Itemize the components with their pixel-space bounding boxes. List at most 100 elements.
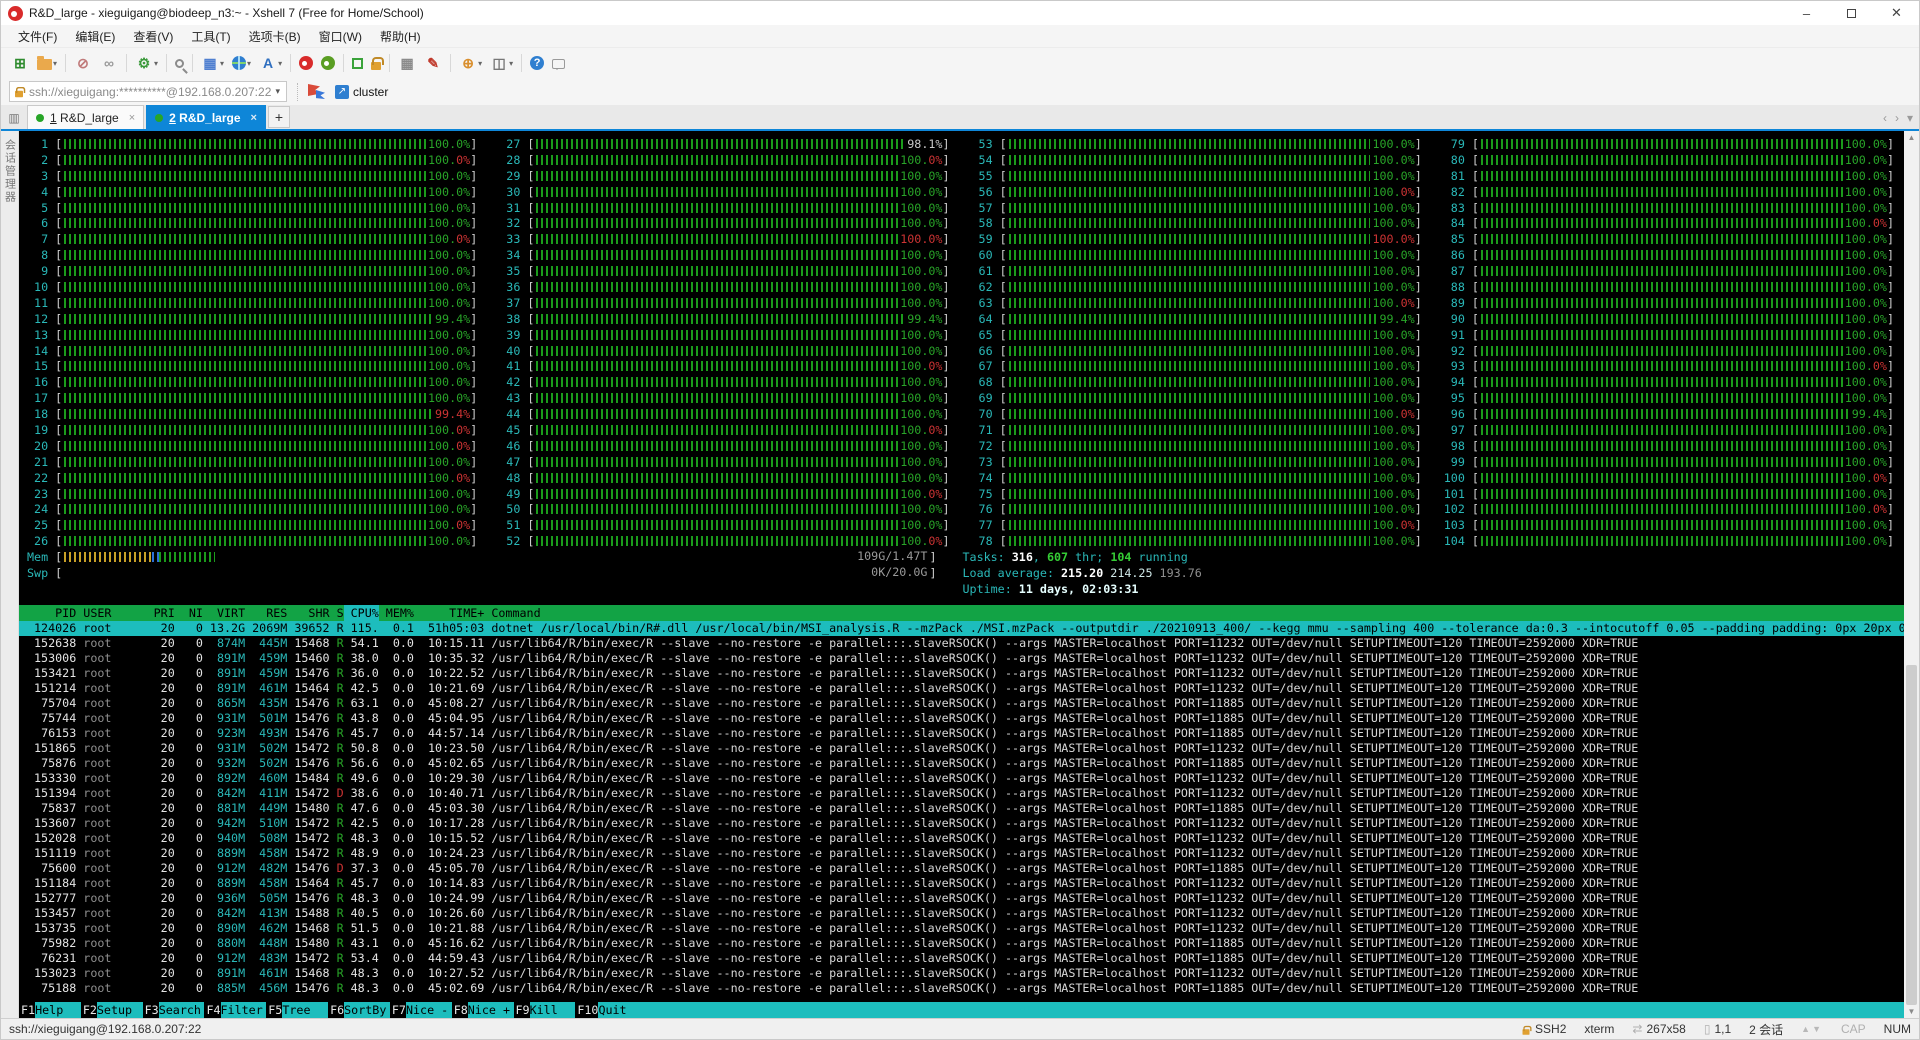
terminal-scrollbar[interactable]: ▲ ▼ <box>1904 131 1919 1018</box>
process-row[interactable]: 75982root200880M448M15480R43.10.045:16.6… <box>19 936 1904 951</box>
maximize-icon[interactable] <box>1829 1 1874 25</box>
process-row[interactable]: 124026root20013.2G2069M39652R115.0.151h0… <box>19 621 1904 636</box>
reconnect-button[interactable]: ∞ <box>97 52 121 74</box>
column-header-virt[interactable]: VIRT <box>203 605 245 621</box>
process-row[interactable]: 75600root200912M482M15476D37.30.045:05.7… <box>19 861 1904 876</box>
cell-shr: 15472 <box>287 816 329 831</box>
menu-item[interactable]: 编辑(E) <box>66 25 124 48</box>
session-manager-strip[interactable]: 会话管理器 <box>1 131 19 1018</box>
process-row[interactable]: 153607root200942M510M15472R42.50.010:17.… <box>19 816 1904 831</box>
address-input[interactable]: ssh://xieguigang:**********@192.168.0.20… <box>9 81 287 102</box>
process-row[interactable]: 75744root200931M501M15476R43.80.045:04.9… <box>19 711 1904 726</box>
process-row[interactable]: 151184root200889M458M15464R45.70.010:14.… <box>19 876 1904 891</box>
process-row[interactable]: 153023root200891M461M15468R48.30.010:27.… <box>19 966 1904 981</box>
scroll-up-icon[interactable]: ▲ <box>1908 131 1916 144</box>
web-button[interactable]: ▾ <box>229 54 254 72</box>
scroll-down-icon[interactable]: ▼ <box>1908 1005 1916 1018</box>
fkey-f8[interactable]: F8Nice + <box>452 1002 514 1018</box>
process-row[interactable]: 76153root200923M493M15476R45.70.044:57.1… <box>19 726 1904 741</box>
column-header-time[interactable]: TIME+ <box>414 605 484 621</box>
cluster-button[interactable]: ↗ cluster <box>335 85 388 99</box>
fkey-f6[interactable]: F6SortBy <box>328 1002 390 1018</box>
tab-scroll-left-icon[interactable]: ‹ <box>1883 111 1887 125</box>
process-row[interactable]: 76231root200912M483M15472R53.40.044:59.4… <box>19 951 1904 966</box>
tab-scroll-right-icon[interactable]: › <box>1895 111 1899 125</box>
compose-button[interactable]: ▦▾ <box>198 52 227 74</box>
terminal[interactable]: 1[100.0%]2[100.0%]3[100.0%]4[100.0%]5[10… <box>19 131 1904 1018</box>
font-button[interactable]: A▾ <box>256 52 285 74</box>
process-row[interactable]: 151865root200931M502M15472R50.80.010:23.… <box>19 741 1904 756</box>
tab-2[interactable]: 2 R&D_large× <box>146 105 266 129</box>
process-row[interactable]: 153735root200890M462M15468R51.50.010:21.… <box>19 921 1904 936</box>
highlight-button[interactable]: ✎ <box>421 52 445 74</box>
fkey-f3[interactable]: F3Search <box>143 1002 205 1018</box>
menu-item[interactable]: 帮助(H) <box>371 25 430 48</box>
menu-item[interactable]: 查看(V) <box>124 25 182 48</box>
fkey-f5[interactable]: F5Tree <box>266 1002 328 1018</box>
process-row[interactable]: 153330root200892M460M15484R49.60.010:29.… <box>19 771 1904 786</box>
new-session-button[interactable]: ⊞ <box>8 52 32 74</box>
fkey-f10[interactable]: F10Quit <box>575 1002 644 1018</box>
menu-item[interactable]: 文件(F) <box>9 25 66 48</box>
column-header-command[interactable]: Command <box>484 605 1904 621</box>
process-row[interactable]: 75876root200932M502M15476R56.60.045:02.6… <box>19 756 1904 771</box>
address-dropdown-icon[interactable]: ▾ <box>273 86 282 97</box>
xshell-button[interactable] <box>296 54 316 72</box>
column-header-shr[interactable]: SHR <box>287 605 329 621</box>
new-file-button[interactable]: ⊕▾ <box>456 52 485 74</box>
fkey-f2[interactable]: F2Setup <box>81 1002 143 1018</box>
process-row[interactable]: 152777root200936M505M15476R48.30.010:24.… <box>19 891 1904 906</box>
process-row[interactable]: 152028root200940M508M15472R48.30.010:15.… <box>19 831 1904 846</box>
menu-item[interactable]: 窗口(W) <box>310 25 371 48</box>
new-tab-button[interactable]: + <box>268 106 290 128</box>
process-row[interactable]: 153006root200891M459M15460R38.00.010:35.… <box>19 651 1904 666</box>
process-row[interactable]: 151394root200842M411M15472D38.60.010:40.… <box>19 786 1904 801</box>
column-header-user[interactable]: USER <box>76 605 139 621</box>
session-properties-button[interactable]: ⚙▾ <box>132 52 161 74</box>
xagent-button[interactable] <box>318 54 338 72</box>
column-header-mem[interactable]: MEM% <box>379 605 414 621</box>
process-row[interactable]: 153457root200842M413M15488R40.50.010:26.… <box>19 906 1904 921</box>
process-row[interactable]: 153421root200891M459M15476R36.00.010:22.… <box>19 666 1904 681</box>
find-button[interactable] <box>172 57 187 70</box>
column-header-res[interactable]: RES <box>245 605 287 621</box>
process-row[interactable]: 75188root200885M456M15476R48.30.045:02.6… <box>19 981 1904 996</box>
process-row[interactable]: 151119root200889M458M15472R48.90.010:24.… <box>19 846 1904 861</box>
lock-button[interactable] <box>368 55 384 72</box>
message-button[interactable] <box>549 55 568 71</box>
process-row[interactable]: 151214root200891M461M15464R42.50.010:21.… <box>19 681 1904 696</box>
fkey-f7[interactable]: F7Nice - <box>390 1002 452 1018</box>
help-button[interactable]: ? <box>527 54 547 72</box>
menu-item[interactable]: 工具(T) <box>182 25 239 48</box>
status-sessions[interactable]: 2 会话 <box>1749 1021 1783 1038</box>
status-term-type[interactable]: xterm <box>1584 1022 1614 1036</box>
column-header-pid[interactable]: PID <box>27 605 76 621</box>
process-row[interactable]: 75837root200881M449M15480R47.60.045:03.3… <box>19 801 1904 816</box>
disconnect-button[interactable]: ⊘ <box>71 52 95 74</box>
keyboard-button[interactable]: ▦ <box>395 52 419 74</box>
menu-item[interactable]: 选项卡(B) <box>240 25 310 48</box>
column-header-s[interactable]: S <box>330 605 344 621</box>
minimize-icon[interactable]: – <box>1784 1 1829 25</box>
fkey-f9[interactable]: F9Kill <box>514 1002 576 1018</box>
process-row[interactable]: 75704root200865M435M15476R63.10.045:08.2… <box>19 696 1904 711</box>
column-header-pri[interactable]: PRI <box>140 605 175 621</box>
fkey-f4[interactable]: F4Filter <box>204 1002 266 1018</box>
close-icon[interactable]: ✕ <box>1874 1 1919 25</box>
layout-button[interactable]: ◫▾ <box>487 52 516 74</box>
scrollbar-thumb[interactable] <box>1906 665 1917 1005</box>
panes-icon[interactable]: ▥ <box>3 107 25 129</box>
fullscreen-button[interactable] <box>349 56 366 71</box>
quick-command-flag-icon[interactable] <box>308 84 325 99</box>
fkey-f1[interactable]: F1Help <box>19 1002 81 1018</box>
cell-ni: 0 <box>175 936 203 951</box>
tab-list-icon[interactable]: ▾ <box>1907 111 1913 125</box>
process-row[interactable]: 152638root200874M445M15468R54.10.010:15.… <box>19 636 1904 651</box>
tab-1[interactable]: 1 R&D_large× <box>27 105 144 129</box>
session-nav-icons[interactable]: ▲▼ <box>1801 1024 1823 1034</box>
open-folder-button[interactable]: ▾ <box>34 54 60 72</box>
tab-close-icon[interactable]: × <box>251 112 257 124</box>
column-header-cpu[interactable]: CPU% <box>344 605 379 621</box>
column-header-ni[interactable]: NI <box>175 605 203 621</box>
tab-close-icon[interactable]: × <box>129 112 135 124</box>
